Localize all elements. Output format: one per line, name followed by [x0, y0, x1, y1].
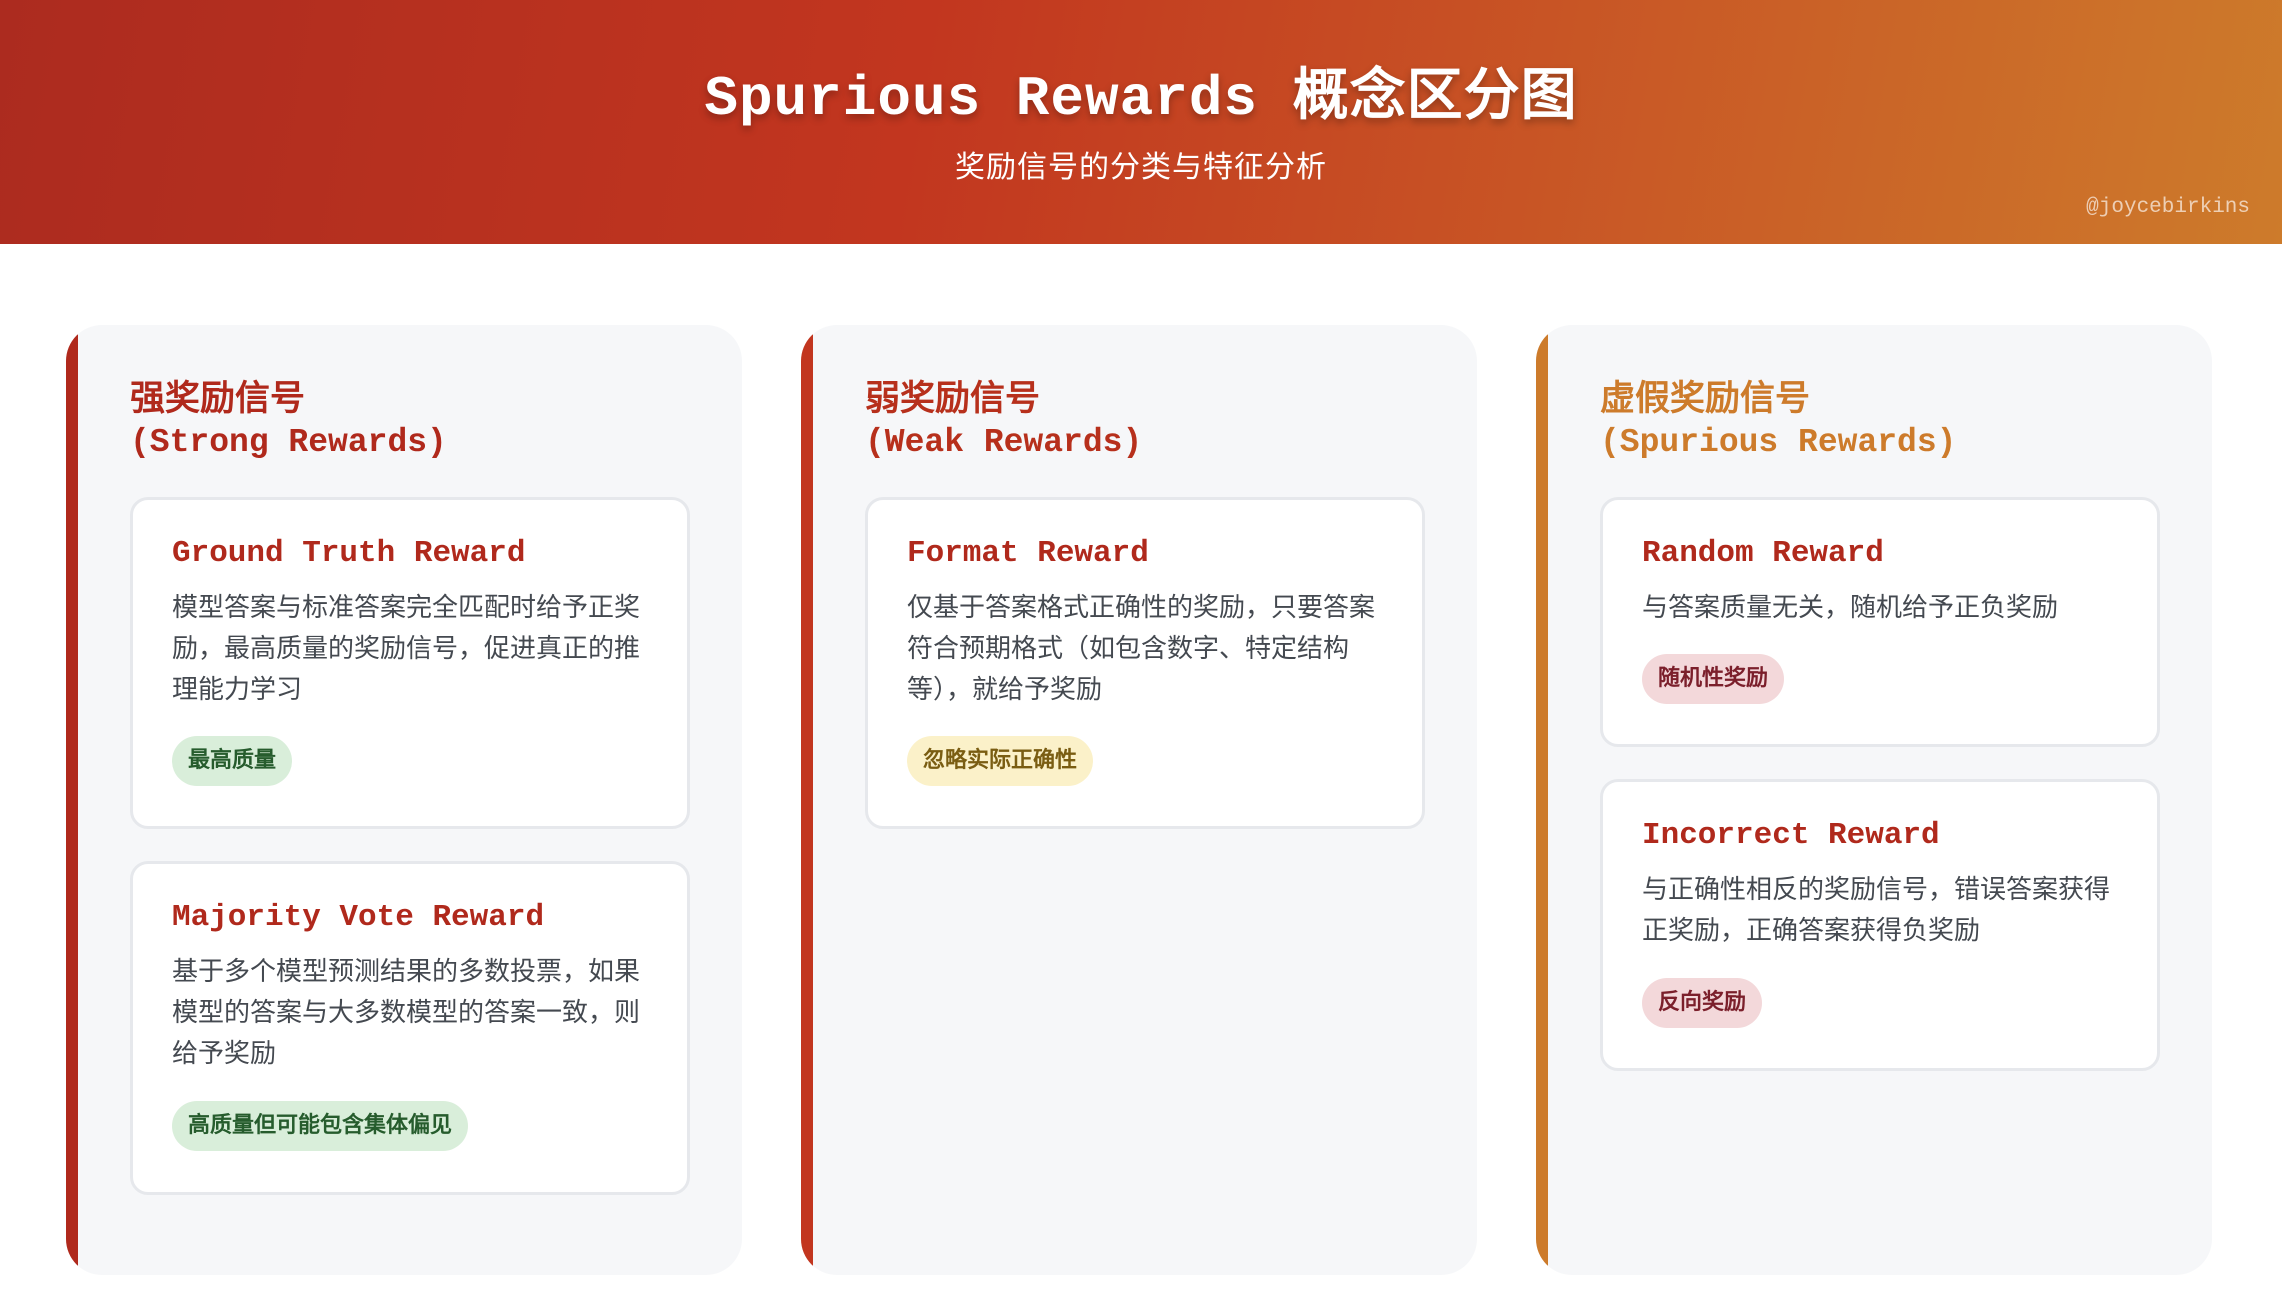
column-title: 强奖励信号 (Strong Rewards) [130, 377, 447, 465]
column-title-en: (Strong Rewards) [130, 424, 447, 461]
column-title-cn: 弱奖励信号 [865, 379, 1041, 419]
card-title: Format Reward [907, 536, 1149, 571]
card-description: 与答案质量无关，随机给予正负奖励 [1642, 593, 2059, 623]
card-title: Majority Vote Reward [172, 900, 545, 935]
column-title-cn: 虚假奖励信号 [1600, 379, 1811, 419]
card-title: Incorrect Reward [1642, 818, 1940, 853]
card-format-reward: Format Reward 仅基于答案格式正确性的奖励，只要答案符合预期格式（如… [865, 497, 1425, 829]
quality-tag: 高质量但可能包含集体偏见 [172, 1101, 469, 1151]
column-title: 弱奖励信号 (Weak Rewards) [865, 377, 1142, 465]
card-title: Random Reward [1642, 536, 1884, 571]
quality-tag: 最高质量 [172, 736, 293, 786]
column-strong-rewards: 强奖励信号 (Strong Rewards) Ground Truth Rewa… [66, 325, 742, 1275]
card-description: 与正确性相反的奖励信号，错误答案获得正奖励，正确答案获得负奖励 [1642, 875, 2111, 946]
column-accent-bar [66, 325, 78, 1275]
card-description: 基于多个模型预测结果的多数投票，如果模型的答案与大多数模型的答案一致，则给予奖励 [172, 957, 641, 1069]
quality-tag: 忽略实际正确性 [907, 736, 1094, 786]
card-incorrect-reward: Incorrect Reward 与正确性相反的奖励信号，错误答案获得正奖励，正… [1600, 779, 2160, 1071]
column-title: 虚假奖励信号 (Spurious Rewards) [1600, 377, 1956, 465]
card-description: 仅基于答案格式正确性的奖励，只要答案符合预期格式（如包含数字、特定结构等），就给… [907, 593, 1376, 705]
card-majority-vote-reward: Majority Vote Reward 基于多个模型预测结果的多数投票，如果模… [130, 861, 690, 1195]
card-random-reward: Random Reward 与答案质量无关，随机给予正负奖励 随机性奖励 [1600, 497, 2160, 747]
quality-tag: 随机性奖励 [1642, 654, 1785, 704]
card-description: 模型答案与标准答案完全匹配时给予正奖励，最高质量的奖励信号，促进真正的推理能力学… [172, 593, 641, 705]
card-title: Ground Truth Reward [172, 536, 526, 571]
column-title-cn: 强奖励信号 [130, 379, 306, 419]
column-spurious-rewards: 虚假奖励信号 (Spurious Rewards) Random Reward … [1536, 325, 2212, 1275]
column-accent-bar [1536, 325, 1548, 1275]
card-ground-truth-reward: Ground Truth Reward 模型答案与标准答案完全匹配时给予正奖励，… [130, 497, 690, 829]
quality-tag: 反向奖励 [1642, 978, 1763, 1028]
page-title: Spurious Rewards 概念区分图 [704, 67, 1578, 131]
column-title-en: (Spurious Rewards) [1600, 424, 1957, 461]
column-accent-bar [801, 325, 813, 1275]
column-title-en: (Weak Rewards) [865, 424, 1143, 461]
author-watermark: @joycebirkins [2086, 196, 2250, 219]
column-weak-rewards: 弱奖励信号 (Weak Rewards) Format Reward 仅基于答案… [801, 325, 1477, 1275]
page-subtitle: 奖励信号的分类与特征分析 [955, 150, 1327, 185]
header-banner: Spurious Rewards 概念区分图 奖励信号的分类与特征分析 @joy… [0, 0, 2282, 244]
